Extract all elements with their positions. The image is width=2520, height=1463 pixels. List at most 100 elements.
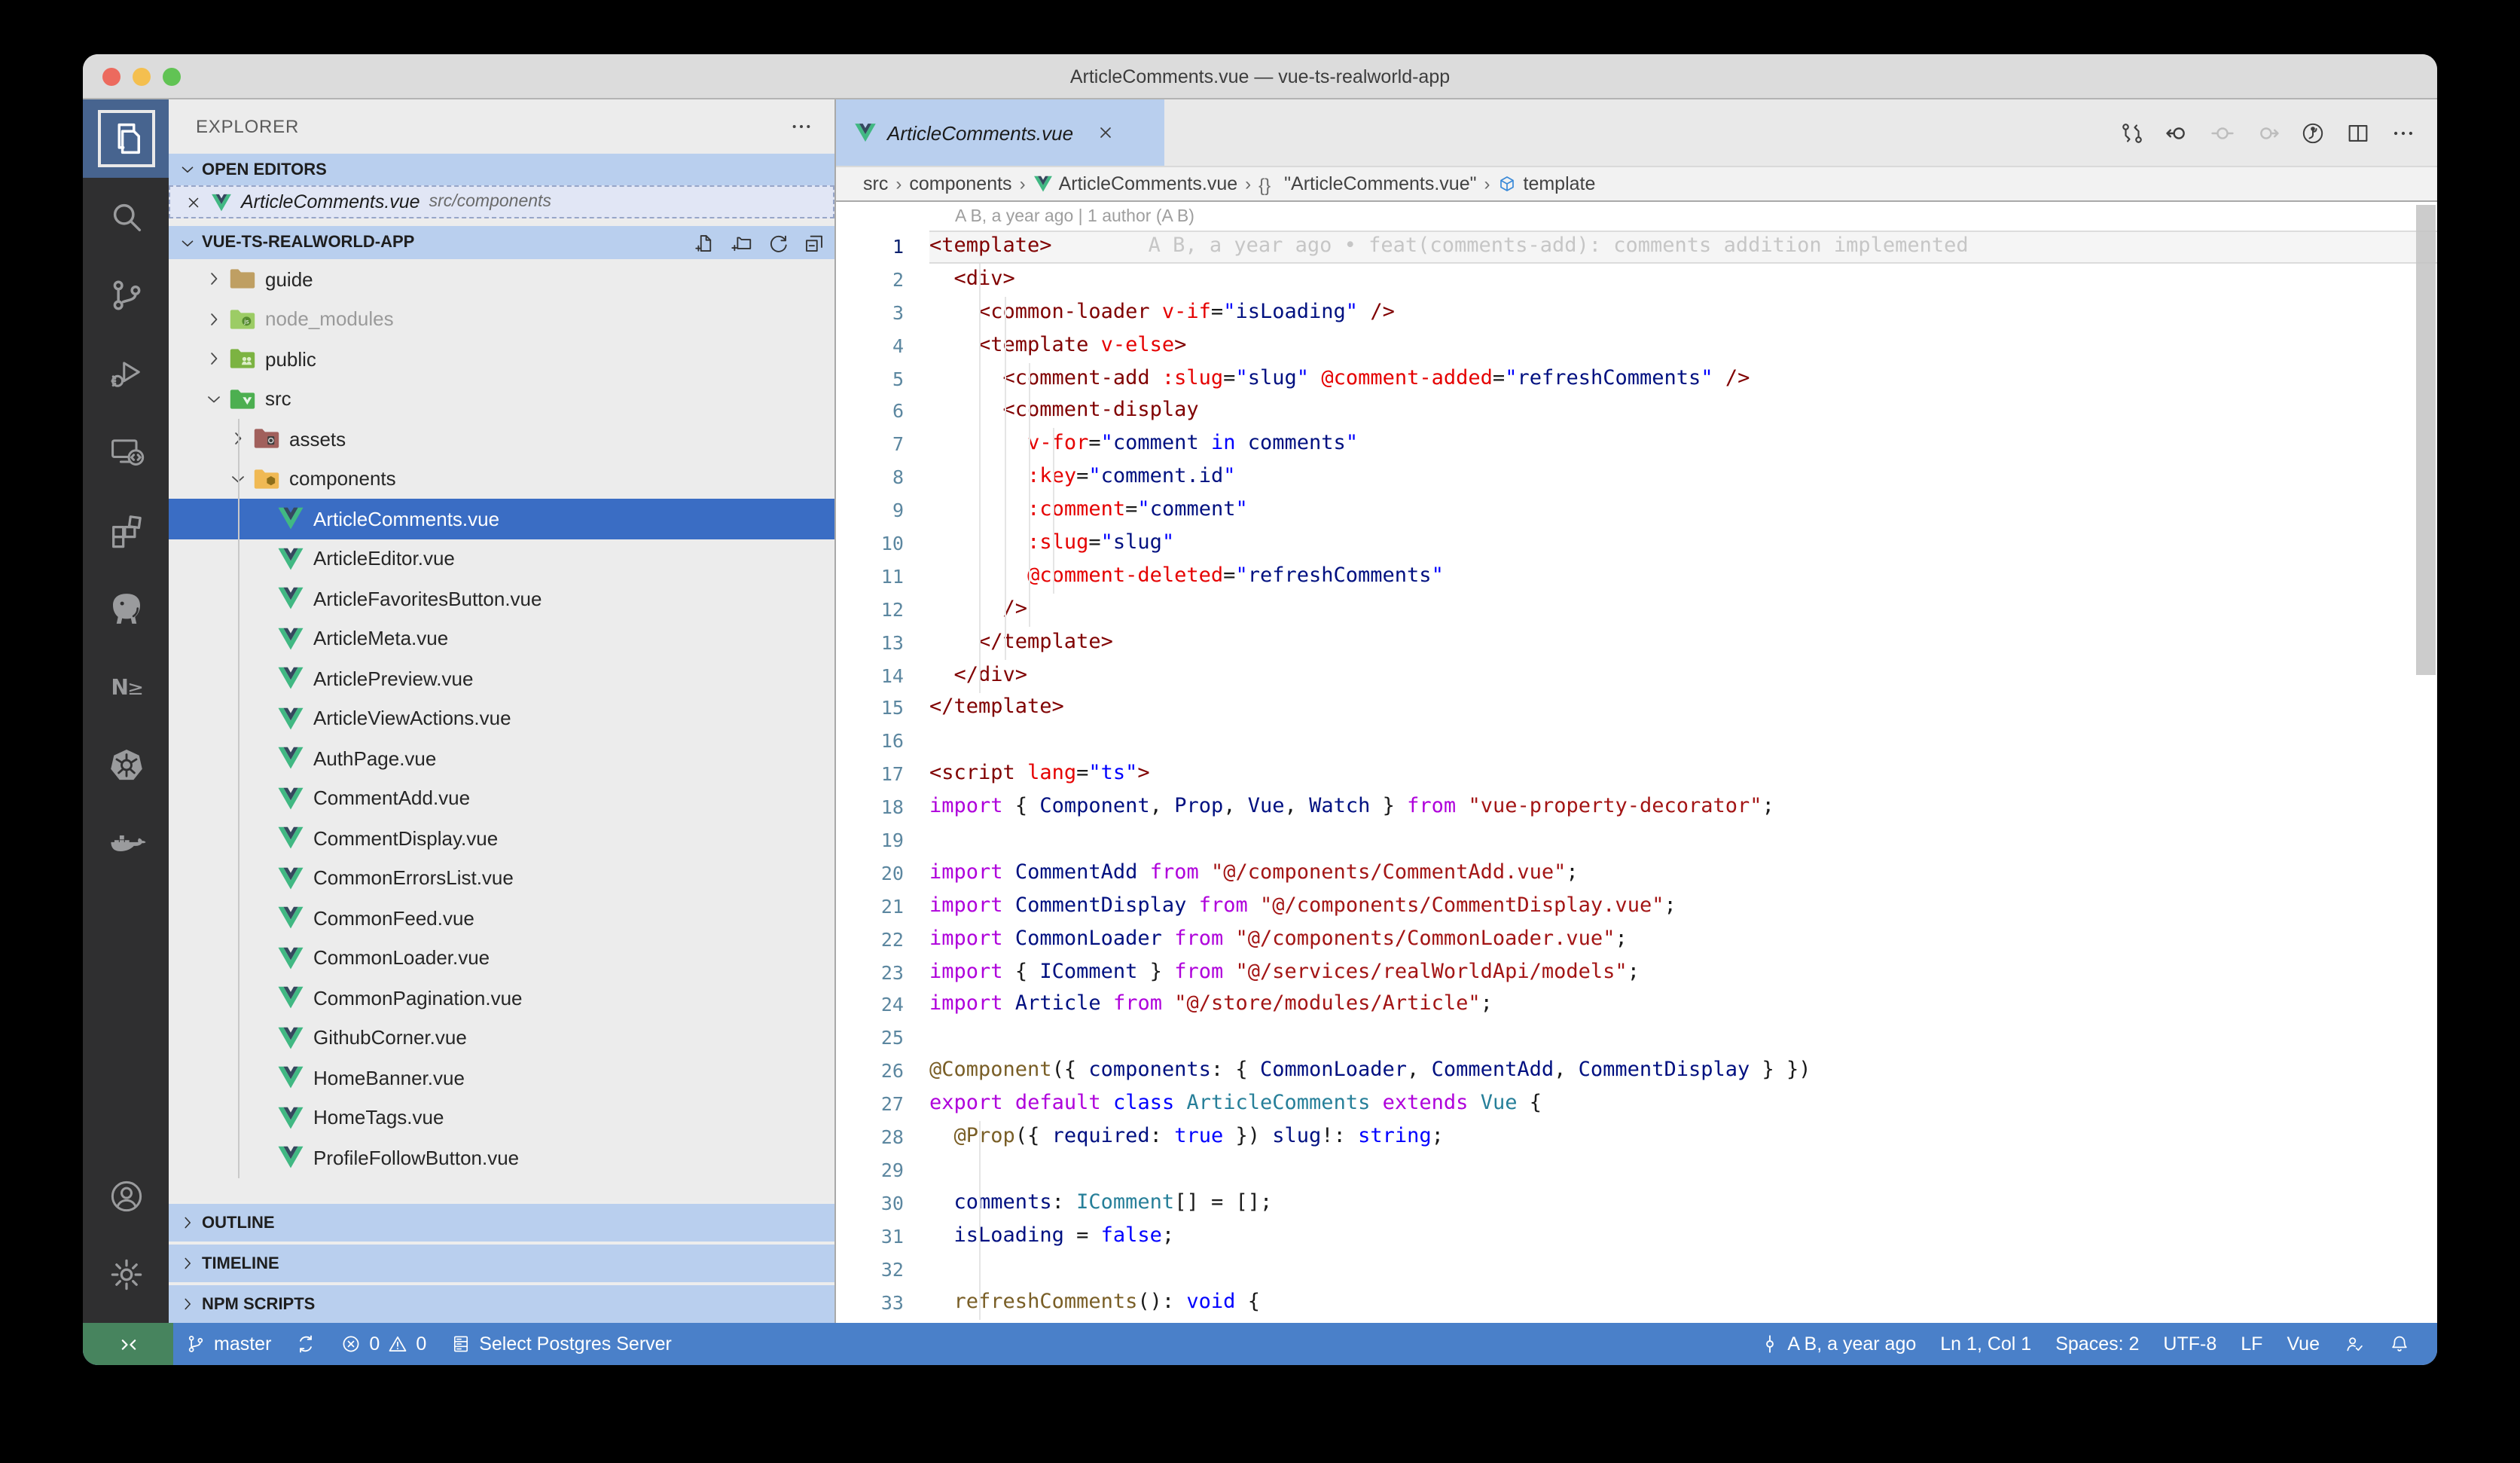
activity-bar-item-nx-console[interactable]: N≥ [83, 648, 169, 726]
line-number[interactable]: 4 [836, 329, 929, 362]
code-line-6[interactable]: 6 <comment-display [836, 396, 2437, 429]
close-window-button[interactable] [102, 67, 121, 85]
activity-bar-item-manage[interactable] [83, 1235, 169, 1314]
editor-scrollbar[interactable] [2416, 205, 2436, 675]
code-line-22[interactable]: 22import CommonLoader from "@/components… [836, 923, 2437, 956]
tree-item-src[interactable]: src [169, 379, 834, 419]
code-line-21[interactable]: 21import CommentDisplay from "@/componen… [836, 890, 2437, 924]
line-number[interactable]: 32 [836, 1253, 929, 1286]
section-header-timeline[interactable]: TIMELINE [169, 1242, 834, 1282]
code-line-31[interactable]: 31 isLoading = false; [836, 1220, 2437, 1253]
tree-item-commentdisplay-vue[interactable]: CommentDisplay.vue [169, 818, 834, 858]
file-history-icon[interactable] [2300, 120, 2326, 145]
project-section-header[interactable]: VUE-TS-REALWORLD-APP [169, 226, 834, 259]
line-number[interactable]: 33 [836, 1286, 929, 1319]
tree-item-commonloader-vue[interactable]: CommonLoader.vue [169, 938, 834, 978]
activity-bar-item-explorer[interactable] [83, 99, 169, 178]
open-changes-back-icon[interactable] [2165, 120, 2190, 145]
line-number[interactable]: 20 [836, 857, 929, 890]
activity-bar-item-kubernetes[interactable] [83, 726, 169, 805]
line-number[interactable]: 15 [836, 692, 929, 725]
status-feedback[interactable] [2332, 1333, 2377, 1355]
activity-bar-item-extensions[interactable] [83, 491, 169, 570]
collapse-all-icon[interactable] [803, 231, 825, 254]
activity-bar-item-remote-explorer[interactable] [83, 413, 169, 491]
status-cursor-position[interactable]: Ln 1, Col 1 [1928, 1333, 2043, 1355]
tree-item-articlepreview-vue[interactable]: ArticlePreview.vue [169, 658, 834, 698]
line-number[interactable]: 5 [836, 362, 929, 396]
tree-item-authpage-vue[interactable]: AuthPage.vue [169, 738, 834, 778]
code-line-3[interactable]: 3 <common-loader v-if="isLoading" /> [836, 297, 2437, 330]
code-line-30[interactable]: 30 comments: IComment[] = []; [836, 1187, 2437, 1220]
breadcrumb-item-1[interactable]: src [863, 173, 888, 194]
line-number[interactable]: 11 [836, 560, 929, 594]
line-number[interactable]: 7 [836, 429, 929, 462]
tab-articlecomments[interactable]: ArticleComments.vue [836, 99, 1164, 166]
activity-bar-item-account[interactable] [83, 1157, 169, 1235]
tree-item-guide[interactable]: guide [169, 259, 834, 299]
line-number[interactable]: 12 [836, 594, 929, 627]
line-number[interactable]: 28 [836, 1121, 929, 1154]
more-actions-icon[interactable] [789, 115, 813, 139]
code-line-33[interactable]: 33 refreshComments(): void { [836, 1286, 2437, 1319]
status-indentation[interactable]: Spaces: 2 [2043, 1333, 2151, 1355]
tree-item-assets[interactable]: assets [169, 419, 834, 459]
code-line-11[interactable]: 11 @comment-deleted="refreshComments" [836, 560, 2437, 594]
breadcrumb-item-3[interactable]: ArticleComments.vue [1033, 173, 1238, 194]
code-line-1[interactable]: 1<template>A B, a year ago • feat(commen… [836, 231, 2437, 264]
line-number[interactable]: 31 [836, 1220, 929, 1253]
tree-item-articlecomments-vue[interactable]: ArticleComments.vue [169, 499, 834, 539]
tree-item-components[interactable]: components [169, 459, 834, 499]
title-bar[interactable]: ArticleComments.vue — vue-ts-realworld-a… [83, 54, 2437, 99]
code-line-23[interactable]: 23import { IComment } from "@/services/r… [836, 956, 2437, 989]
tree-item-commonpagination-vue[interactable]: CommonPagination.vue [169, 978, 834, 1018]
status-problems[interactable]: 00 [328, 1323, 438, 1365]
code-line-27[interactable]: 27export default class ArticleComments e… [836, 1088, 2437, 1121]
breadcrumb-item-5[interactable]: template [1498, 173, 1596, 194]
code-line-9[interactable]: 9 :comment="comment" [836, 494, 2437, 527]
refresh-icon[interactable] [767, 231, 789, 254]
breadcrumb-item-2[interactable]: components [909, 173, 1011, 194]
code-line-29[interactable]: 29 [836, 1154, 2437, 1187]
line-number[interactable]: 16 [836, 725, 929, 759]
status-eol[interactable]: LF [2229, 1333, 2274, 1355]
line-number[interactable]: 24 [836, 989, 929, 1022]
code-line-8[interactable]: 8 :key="comment.id" [836, 461, 2437, 494]
line-number[interactable]: 9 [836, 494, 929, 527]
tree-item-hometags-vue[interactable]: HomeTags.vue [169, 1098, 834, 1138]
line-number[interactable]: 18 [836, 791, 929, 824]
remote-indicator[interactable] [83, 1323, 173, 1365]
line-number[interactable]: 22 [836, 923, 929, 956]
line-number[interactable]: 21 [836, 890, 929, 924]
activity-bar-item-postgresql[interactable] [83, 570, 169, 648]
code-line-4[interactable]: 4 <template v-else> [836, 329, 2437, 362]
tree-item-articleeditor-vue[interactable]: ArticleEditor.vue [169, 539, 834, 579]
code-line-10[interactable]: 10 :slug="slug" [836, 527, 2437, 560]
status-sync[interactable] [283, 1323, 328, 1365]
code-editor[interactable]: A B, a year ago | 1 author (A B) 1<templ… [836, 202, 2437, 1323]
line-number[interactable]: 1 [836, 231, 929, 264]
line-number[interactable]: 6 [836, 396, 929, 429]
tree-item-profilefollowbutton-vue[interactable]: ProfileFollowButton.vue [169, 1138, 834, 1177]
open-editors-section-header[interactable]: OPEN EDITORS [169, 154, 834, 185]
code-line-16[interactable]: 16 [836, 725, 2437, 759]
section-header-npm-scripts[interactable]: NPM SCRIPTS [169, 1282, 834, 1323]
code-line-26[interactable]: 26@Component({ components: { CommonLoade… [836, 1055, 2437, 1089]
code-line-17[interactable]: 17<script lang="ts"> [836, 759, 2437, 792]
split-editor-icon[interactable] [2345, 120, 2371, 145]
section-header-outline[interactable]: OUTLINE [169, 1201, 834, 1242]
line-number[interactable]: 26 [836, 1055, 929, 1089]
tree-item-public[interactable]: public [169, 339, 834, 379]
line-number[interactable]: 2 [836, 264, 929, 297]
tree-item-articlefavoritesbutton-vue[interactable]: ArticleFavoritesButton.vue [169, 579, 834, 618]
tree-item-articlemeta-vue[interactable]: ArticleMeta.vue [169, 618, 834, 658]
open-editor-item[interactable]: ArticleComments.vuesrc/components [169, 185, 834, 218]
tree-item-node-modules[interactable]: jsnode_modules [169, 299, 834, 339]
code-line-28[interactable]: 28 @Prop({ required: true }) slug!: stri… [836, 1121, 2437, 1154]
new-file-icon[interactable] [694, 231, 717, 254]
zoom-window-button[interactable] [163, 67, 181, 85]
status-notifications[interactable] [2377, 1333, 2422, 1355]
new-folder-icon[interactable] [731, 231, 753, 254]
code-line-12[interactable]: 12 /> [836, 594, 2437, 627]
code-line-19[interactable]: 19 [836, 824, 2437, 857]
